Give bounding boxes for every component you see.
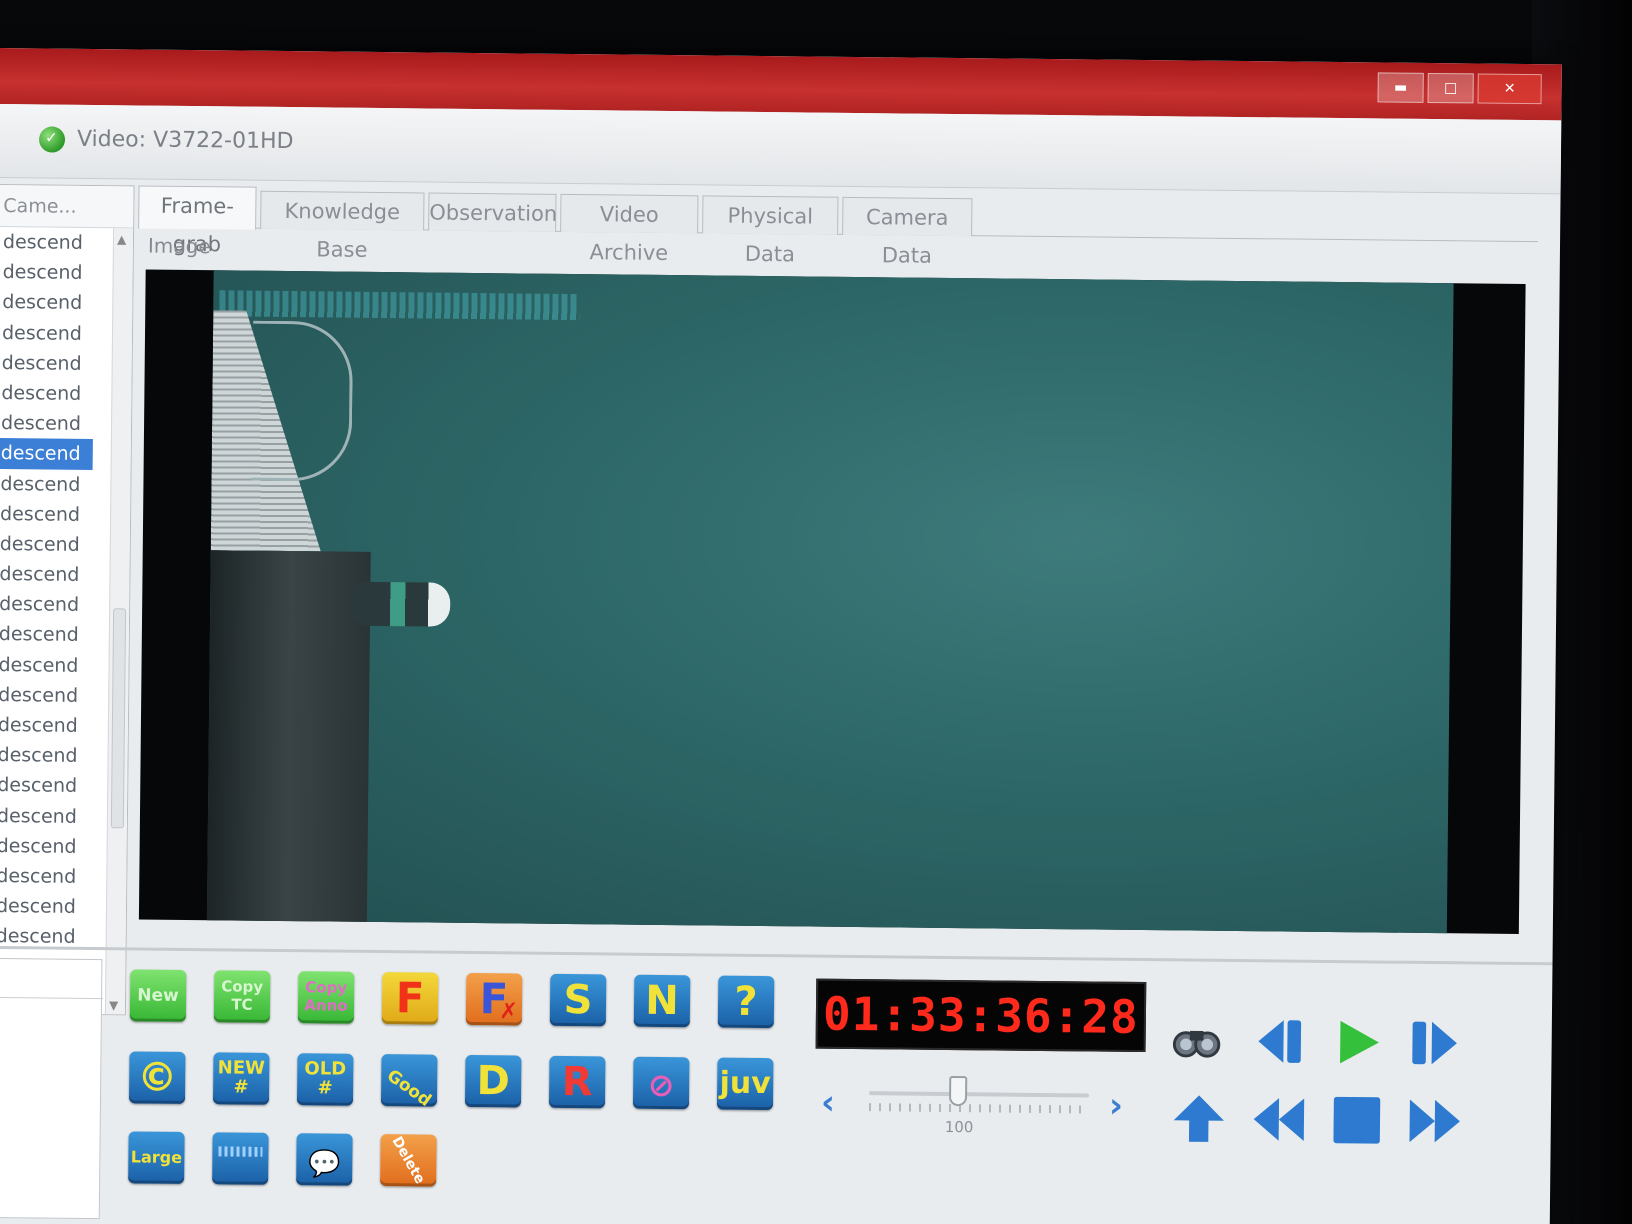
slider-ticks [868, 1103, 1089, 1114]
tab-video-archive[interactable]: Video Archive [560, 193, 699, 265]
video-frame [138, 269, 1526, 934]
speech-bubble-icon: 💬 [307, 1149, 341, 1180]
rov-arm [206, 550, 371, 922]
rov-light [349, 581, 451, 627]
image-label: Image [147, 233, 211, 259]
tab-camera-data[interactable]: Camera Data [842, 196, 973, 268]
rov-cable [251, 320, 354, 482]
tab-strip: Frame-grab Knowledge Base Observation Vi… [138, 185, 1539, 268]
binoculars-icon[interactable] [1165, 1012, 1226, 1069]
large-label: Large [130, 1147, 183, 1167]
speed-slider[interactable]: 100 [868, 1073, 1090, 1137]
slider-right-arrow-icon[interactable]: › [1109, 1086, 1123, 1126]
timecode-display: 01:33:36:28 [815, 978, 1147, 1053]
r-button[interactable]: R [548, 1055, 606, 1109]
n-button[interactable]: N [633, 974, 691, 1028]
panel-divider [0, 945, 1553, 966]
stop-icon[interactable] [1327, 1092, 1388, 1149]
video-overlay-text [219, 290, 580, 321]
large-button[interactable]: Large [128, 1131, 185, 1184]
juv-button[interactable]: juv [716, 1057, 774, 1111]
rewind-icon[interactable] [1249, 1091, 1310, 1148]
video-header: Video: V3722-01HD [0, 103, 1562, 195]
copy-anno-label-line2: Anno [304, 996, 348, 1015]
maximize-button[interactable]: □ [1427, 72, 1474, 104]
new-button[interactable]: New [129, 969, 187, 1022]
new-number-button[interactable]: NEW # [212, 1052, 270, 1105]
fast-forward-icon[interactable] [1405, 1093, 1466, 1150]
slider-track[interactable] [869, 1091, 1090, 1098]
window-controls: ▬ □ ✕ [1377, 72, 1542, 105]
slider-thumb[interactable] [948, 1075, 968, 1107]
f-button[interactable]: F [381, 972, 439, 1025]
step-forward-icon[interactable] [1405, 1015, 1466, 1072]
copy-tc-label-line1: Copy [221, 977, 264, 996]
s-button[interactable]: S [549, 973, 607, 1027]
new-number-label-line2: # [233, 1076, 249, 1098]
f-delete-button[interactable]: F ✗ [465, 972, 523, 1026]
check-circle-icon [38, 126, 66, 153]
copy-anno-button[interactable]: Copy Anno [297, 971, 355, 1024]
bottom-left-panel [0, 957, 104, 1220]
old-number-label-line1: OLD [304, 1058, 347, 1080]
tab-physical-data[interactable]: Physical Data [702, 195, 839, 266]
minimize-button[interactable]: ▬ [1377, 72, 1424, 103]
sediment-icon [218, 1146, 263, 1157]
copyright-button[interactable]: © [128, 1051, 186, 1104]
tab-observation[interactable]: Observation [428, 192, 557, 232]
delete-button[interactable]: Delete [380, 1134, 437, 1187]
pink-link-icon: ⊘ [647, 1065, 675, 1105]
video-title: Video: V3722-01HD [76, 126, 294, 155]
copy-anno-label-line1: Copy [305, 978, 348, 997]
step-back-icon[interactable] [1249, 1013, 1310, 1070]
play-icon[interactable] [1327, 1014, 1388, 1071]
close-button[interactable]: ✕ [1477, 73, 1542, 105]
copy-tc-label-line2: TC [231, 995, 253, 1014]
good-button[interactable]: Good [380, 1054, 438, 1107]
list-item[interactable]: descend [0, 438, 93, 470]
panel-separator [0, 996, 104, 1000]
monitor-bezel [0, 0, 1632, 48]
annotation-window: ▬ □ ✕ Video: V3722-01HD Came... descendd… [0, 48, 1562, 1224]
old-number-button[interactable]: OLD # [296, 1053, 354, 1106]
annotation-list[interactable]: Came... descend descend descend descend desc… [0, 183, 135, 1016]
slider-left-arrow-icon[interactable]: ‹ [821, 1083, 835, 1123]
old-number-label-line2: # [317, 1077, 333, 1099]
link-button[interactable]: ⊘ [632, 1056, 690, 1110]
comment-button[interactable]: 💬 [296, 1133, 353, 1186]
scroll-thumb[interactable] [110, 608, 127, 829]
texture-button[interactable] [212, 1132, 269, 1185]
scroll-up-icon[interactable]: ▲ [117, 232, 126, 246]
new-number-label-line1: NEW [217, 1057, 266, 1079]
tab-frame-grab[interactable]: Frame-grab [138, 185, 257, 256]
list-column-header[interactable]: Came... [0, 185, 134, 229]
x-icon: ✗ [499, 999, 519, 1025]
scroll-down-icon[interactable]: ▼ [109, 998, 118, 1012]
delete-label: Delete [388, 1134, 429, 1187]
up-arrow-icon[interactable] [1169, 1090, 1230, 1147]
good-label: Good [383, 1065, 436, 1107]
video-image[interactable] [206, 270, 1454, 934]
help-button[interactable]: ? [717, 975, 775, 1029]
copy-tc-button[interactable]: Copy TC [213, 970, 271, 1023]
d-button[interactable]: D [464, 1054, 522, 1108]
tab-knowledge-base[interactable]: Knowledge Base [260, 190, 425, 262]
slider-value: 100 [944, 1117, 974, 1137]
